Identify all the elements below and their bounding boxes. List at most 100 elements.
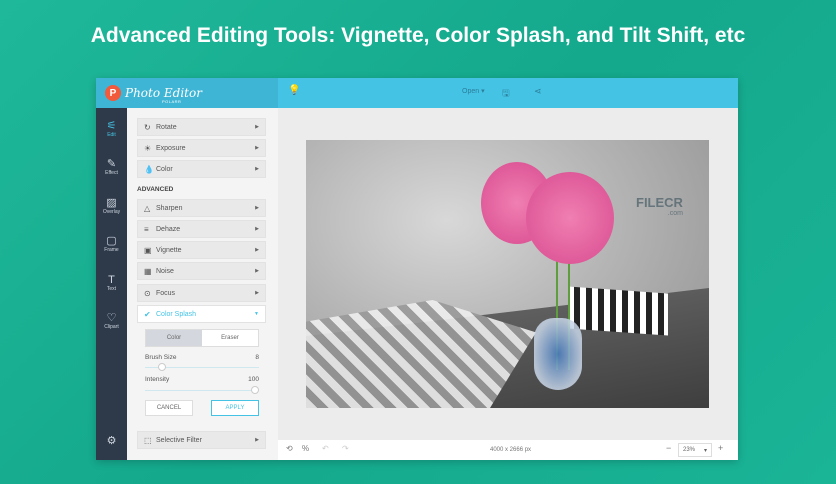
watermark-text: FILECR [636,195,683,210]
chevron-down-icon: ▾ [703,448,707,454]
intensity-slider[interactable] [145,386,259,394]
drop-icon: 💧 [144,164,154,174]
brush-size-value: 8 [255,354,259,361]
top-bar: P Photo Editor POLARR 💡 Open ▾ 🖫 ⋖ [96,78,738,108]
tool-sharpen[interactable]: △ Sharpen ▶ [137,199,266,217]
tool-label: Exposure [156,144,186,152]
canvas-area: FILECR .com [278,108,738,440]
chevron-right-icon: ▶ [255,166,259,172]
bottom-bar: ⟲ % ↶ ↷ 4000 x 2666 px − 23% ▾ + [278,440,738,460]
text-icon: T [108,274,115,286]
tool-noise[interactable]: ▦ Noise ▶ [137,262,266,280]
rail-clipart[interactable]: ♡ Clipart [96,312,127,330]
intensity-value: 100 [248,376,259,383]
photo[interactable]: FILECR .com [306,140,709,408]
open-dropdown[interactable]: Open ▾ [462,87,485,95]
percent-icon[interactable]: % [302,444,309,453]
chevron-right-icon: ▶ [255,205,259,211]
logo-text: Photo Editor [125,86,202,100]
tool-label: Rotate [156,123,177,131]
sun-icon: ☀ [144,143,152,153]
triangle-icon: △ [144,203,151,213]
headline: Advanced Editing Tools: Vignette, Color … [90,24,746,47]
mode-eraser-button[interactable]: Eraser [202,330,258,346]
rail-label: Frame [104,247,119,253]
chevron-right-icon: ▶ [255,124,259,130]
gear-icon: ⚙ [106,435,117,447]
brush-size-label: Brush Size [145,354,177,361]
rail-edit[interactable]: ⚟ Edit [96,120,127,138]
rail-label: Effect [105,170,118,176]
slider-knob[interactable] [251,386,259,394]
slider-knob[interactable] [157,363,166,371]
cancel-button[interactable]: CANCEL [145,400,193,416]
tool-label: Noise [156,267,174,275]
mode-toggle: Color Eraser [145,329,259,347]
tool-focus[interactable]: ⊙ Focus ▶ [137,284,266,302]
chevron-right-icon: ▶ [255,226,259,232]
heart-icon: ♡ [106,312,117,324]
tool-label: Color Splash [156,310,197,318]
save-icon[interactable]: 🖫 [502,86,510,102]
tool-color[interactable]: 💧 Color ▶ [137,160,266,178]
tool-label: Color [156,165,173,173]
chevron-right-icon: ▶ [255,145,259,151]
photo-vase [534,318,582,390]
watermark: FILECR .com [636,195,683,217]
rail-label: Overlay [102,209,121,215]
rail-label: Text [106,286,117,292]
watermark-sub: .com [667,210,683,217]
chevron-right-icon: ▶ [255,437,259,443]
chevron-right-icon: ▶ [255,290,259,296]
chevron-right-icon: ▶ [255,247,259,253]
chevron-down-icon: ▼ [254,311,259,317]
brush-icon: ✔ [144,309,151,319]
frame-icon: ▢ [106,235,117,247]
logo: P Photo Editor POLARR [96,78,278,108]
zoom-in-button[interactable]: + [718,443,723,453]
tool-dehaze[interactable]: ≡ Dehaze ▶ [137,220,266,238]
grid-icon: ▦ [144,266,152,276]
rail-label: Clipart [104,324,119,330]
lines-icon: ≡ [144,224,149,234]
tool-vignette[interactable]: ▣ Vignette ▶ [137,241,266,259]
mode-color-button[interactable]: Color [146,330,202,346]
apply-button[interactable]: APPLY [211,400,259,416]
tool-panel: ↻ Rotate ▶ ☀ Exposure ▶ 💧 Color ▶ ADVANCED △ Sh… [127,108,278,460]
section-advanced: ADVANCED [137,186,174,193]
sliders-icon: ⚟ [106,120,117,132]
vignette-icon: ▣ [144,245,152,255]
logo-sub: POLARR [162,99,182,104]
zoom-select[interactable]: 23% ▾ [678,443,712,457]
rotate-icon: ↻ [144,122,151,132]
brush-size-slider[interactable] [145,363,259,371]
zoom-value: 23% [683,447,696,453]
tool-rotate[interactable]: ↻ Rotate ▶ [137,118,266,136]
photo-flower [526,172,614,264]
tool-selective-filter[interactable]: ⬚ Selective Filter ▶ [137,431,266,449]
fit-icon[interactable]: ⟲ [286,444,293,453]
tool-color-splash[interactable]: ✔ Color Splash ▼ [137,305,266,323]
overlay-icon: ▨ [106,197,117,209]
lightbulb-icon[interactable]: 💡 [288,85,300,96]
share-icon[interactable]: ⋖ [534,86,542,97]
rail-overlay[interactable]: ▨ Overlay [96,197,127,215]
redo-icon[interactable]: ↷ [342,444,349,453]
tool-label: Dehaze [156,225,181,233]
selection-icon: ⬚ [144,435,152,445]
rail-text[interactable]: T Text [96,274,127,292]
intensity-label: Intensity [145,376,170,383]
rail-frame[interactable]: ▢ Frame [96,235,127,253]
chevron-right-icon: ▶ [255,268,259,274]
tool-rail: ⚟ Edit ✎ Effect ▨ Overlay ▢ Frame T Text ♡ Cli… [96,108,131,460]
settings-button[interactable]: ⚙ [96,435,127,447]
photo-book [568,286,668,336]
logo-mark: P [105,85,121,101]
tool-label: Selective Filter [156,436,202,444]
tool-label: Focus [156,289,176,297]
editor-window: P Photo Editor POLARR 💡 Open ▾ 🖫 ⋖ ⚟ Edit… [96,78,738,460]
undo-icon[interactable]: ↶ [322,444,329,453]
image-dimensions: 4000 x 2666 px [490,447,532,453]
zoom-out-button[interactable]: − [666,443,671,453]
tool-exposure[interactable]: ☀ Exposure ▶ [137,139,266,157]
